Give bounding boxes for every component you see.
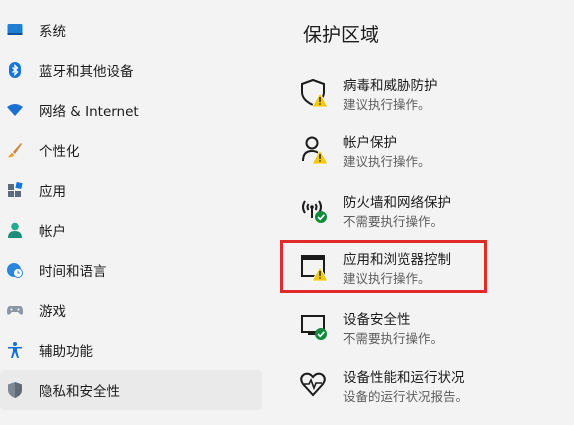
area-title: 设备性能和运行状况: [343, 370, 465, 386]
accessibility-icon: [8, 342, 22, 358]
highlight-box: [280, 240, 487, 293]
sidebar-item-personalization[interactable]: 个性化: [0, 130, 262, 170]
sidebar-item-gaming[interactable]: 游戏: [0, 290, 262, 330]
sidebar-item-bluetooth[interactable]: 蓝牙和其他设备: [0, 50, 262, 90]
area-title: 病毒和威胁防护: [343, 78, 438, 94]
sidebar-item-label: 辅助功能: [39, 344, 93, 360]
sidebar-item-label: 系统: [39, 24, 66, 40]
system-icon: [7, 24, 23, 35]
gamepad-icon: [7, 306, 23, 315]
sidebar-item-label: 帐户: [39, 224, 66, 240]
area-title: 防火墙和网络保护: [343, 195, 451, 211]
protection-area-account[interactable]: 帐户保护 建议执行操作。: [300, 131, 540, 177]
brush-icon: [8, 143, 22, 158]
sidebar-item-label: 隐私和安全性: [39, 384, 120, 400]
bluetooth-icon: [9, 62, 21, 78]
account-protection-icon: [302, 136, 329, 165]
wifi-icon: [7, 104, 23, 116]
sidebar-item-system[interactable]: 系统: [0, 10, 262, 50]
sidebar-item-privacy-security[interactable]: 隐私和安全性: [0, 370, 262, 410]
sidebar-item-label: 时间和语言: [39, 264, 107, 280]
sidebar-item-network[interactable]: 网络 & Internet: [0, 90, 262, 130]
protection-areas-panel: 保护区域 病毒和威胁防护 建议执行操作。 帐户保护 建议执行操作。 防火墙和网络…: [272, 0, 574, 425]
protection-area-device-health[interactable]: 设备性能和运行状况 设备的运行状况报告。: [300, 366, 540, 412]
sidebar-item-label: 网络 & Internet: [39, 104, 139, 120]
settings-sidebar: 系统 蓝牙和其他设备 网络 & Internet 个性化 应用 帐户 时间和语言…: [0, 0, 272, 425]
virus-protection-icon: [301, 78, 329, 108]
protection-area-firewall[interactable]: 防火墙和网络保护 不需要执行操作。: [300, 191, 540, 237]
area-status: 设备的运行状况报告。: [343, 389, 469, 404]
protection-area-virus[interactable]: 病毒和威胁防护 建议执行操作。: [300, 74, 540, 120]
sidebar-item-label: 蓝牙和其他设备: [39, 64, 134, 80]
area-status: 建议执行操作。: [343, 154, 431, 169]
device-security-icon: [301, 315, 327, 340]
shield-icon: [8, 382, 22, 398]
sidebar-item-accounts[interactable]: 帐户: [0, 210, 262, 250]
firewall-icon: [302, 200, 327, 223]
area-status: 不需要执行操作。: [343, 331, 444, 346]
sidebar-item-time-language[interactable]: 时间和语言: [0, 250, 262, 290]
account-icon: [8, 222, 22, 238]
sidebar-item-label: 应用: [39, 184, 66, 200]
sidebar-item-label: 个性化: [39, 144, 80, 160]
sidebar-item-apps[interactable]: 应用: [0, 170, 262, 210]
sidebar-item-label: 游戏: [39, 304, 66, 320]
page-title: 保护区域: [303, 24, 380, 46]
area-status: 建议执行操作。: [343, 97, 431, 112]
protection-area-device-security[interactable]: 设备安全性 不需要执行操作。: [300, 308, 540, 354]
area-status: 不需要执行操作。: [343, 214, 444, 229]
globe-clock-icon: [7, 263, 23, 278]
device-health-icon: [300, 372, 326, 397]
area-title: 帐户保护: [343, 135, 397, 151]
apps-icon: [8, 182, 23, 197]
area-title: 设备安全性: [343, 312, 411, 328]
sidebar-item-accessibility[interactable]: 辅助功能: [0, 330, 262, 370]
